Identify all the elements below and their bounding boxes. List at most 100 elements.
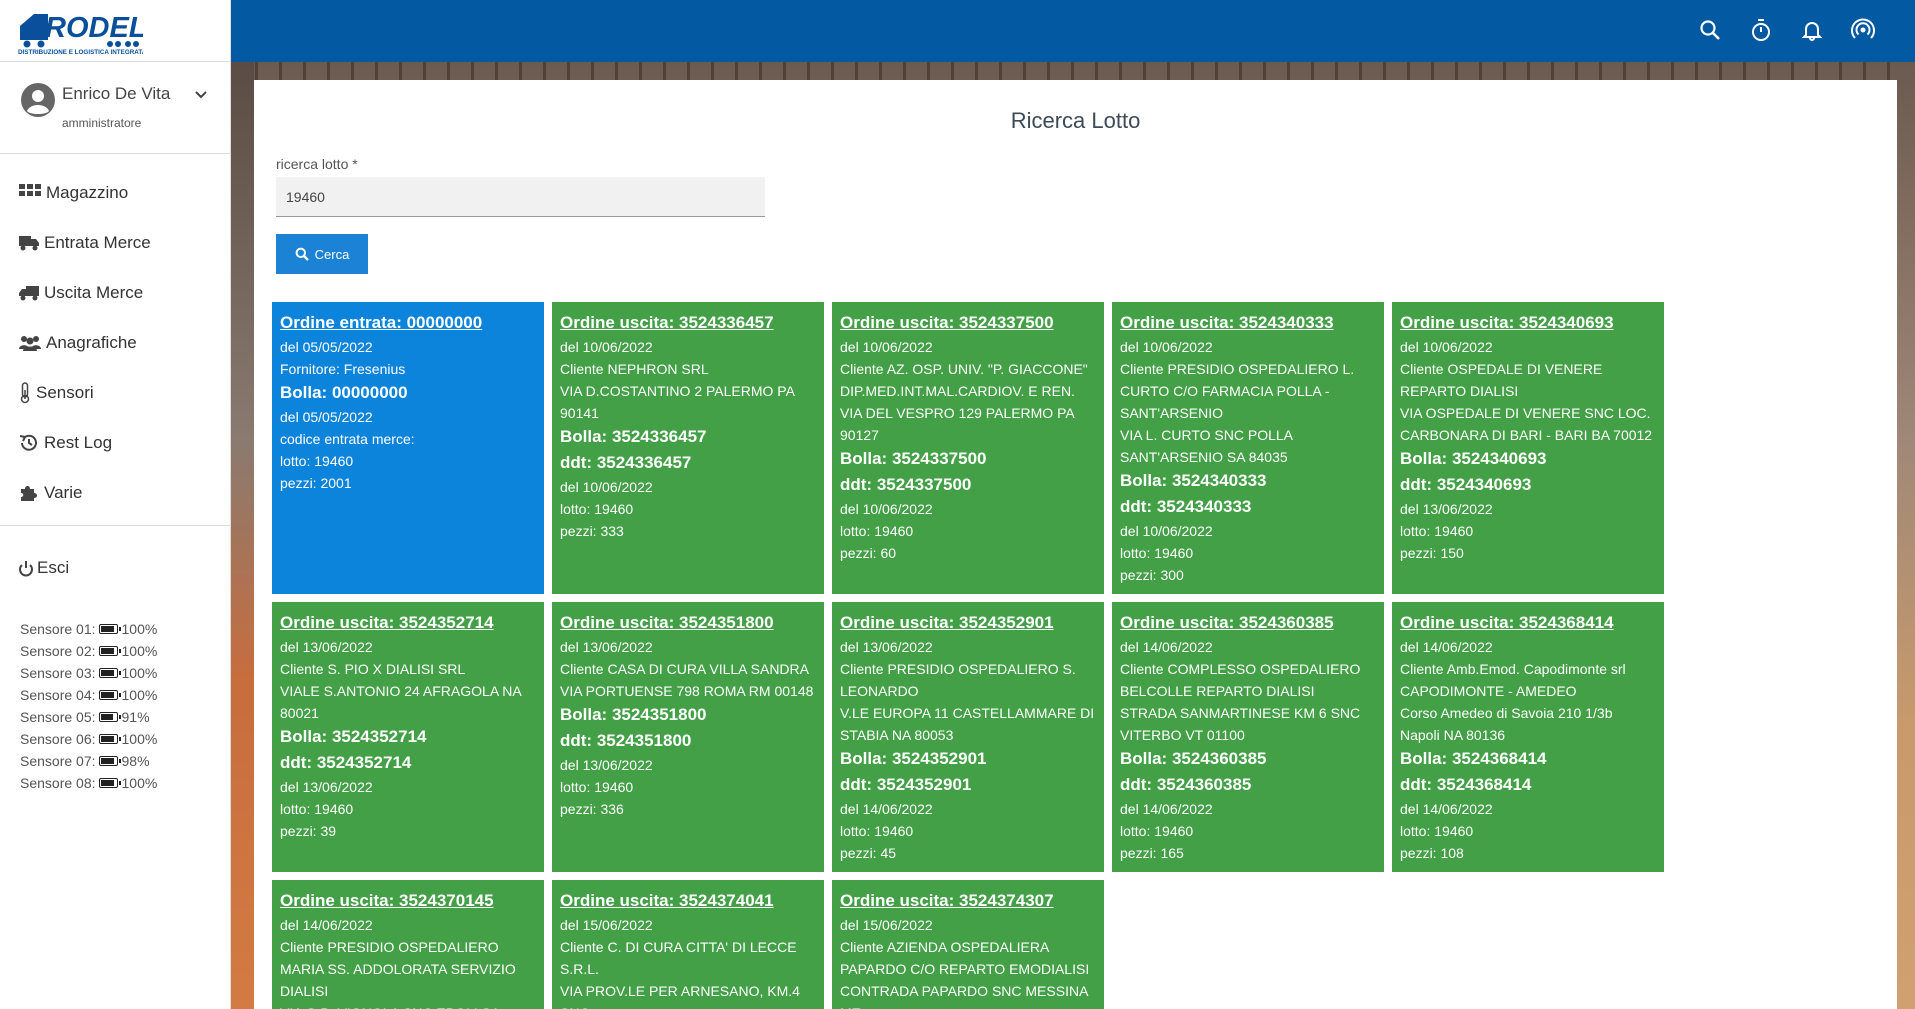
order-detail: Cliente COMPLESSO OSPEDALIERO BELCOLLE R… [1120, 661, 1361, 699]
order-number: Bolla: 3524340333 [1120, 471, 1267, 490]
order-detail: VIA G.B. VIGNOLA SNC EBOLI SA 84025 [280, 1002, 536, 1009]
battery-icon [98, 756, 121, 766]
menu-item-sensori[interactable]: Sensori [0, 368, 230, 418]
exit-order-card[interactable]: Ordine uscita: 3524352714 del 13/06/2022 C… [272, 602, 544, 872]
sensor-row: Sensore 01: 100% [20, 618, 157, 640]
order-detail: VIA DEL VESPRO 129 PALERMO PA 90127 [840, 405, 1074, 443]
timer-icon[interactable] [1748, 17, 1773, 42]
order-number: ddt: 3524360385 [1120, 775, 1252, 794]
order-detail: pezzi: 300 [1120, 567, 1184, 583]
exit-order-card[interactable]: Ordine uscita: 3524368414 del 14/06/2022 C… [1392, 602, 1664, 872]
search-button[interactable]: Cerca [276, 234, 368, 274]
order-title-link[interactable]: Ordine uscita: 3524368414 [1400, 612, 1656, 634]
order-detail: Cliente AZIENDA OSPEDALIERA PAPARDO C/O … [840, 939, 1090, 977]
order-title-link[interactable]: Ordine uscita: 3524351800 [560, 612, 816, 634]
order-detail: pezzi: 39 [280, 823, 337, 839]
order-title-link[interactable]: Ordine uscita: 3524374307 [840, 890, 1096, 912]
order-number: Bolla: 3524337500 [840, 449, 987, 468]
battery-icon [98, 624, 121, 634]
order-detail: lotto: 19460 [840, 523, 914, 539]
exit-order-card[interactable]: Ordine uscita: 3524340333 del 10/06/2022 C… [1112, 302, 1384, 594]
menu-item-rest-log[interactable]: Rest Log [0, 418, 230, 468]
order-detail: pezzi: 108 [1400, 845, 1464, 861]
power-icon [19, 561, 33, 577]
exit-order-card[interactable]: Ordine uscita: 3524337500 del 10/06/2022 C… [832, 302, 1104, 594]
order-number: Bolla: 3524368414 [1400, 749, 1547, 768]
menu-item-magazzino[interactable]: Magazzino [0, 168, 230, 218]
sidebar: RODELA DISTRIBUZIONE E LOGISTICA INTEGRA… [0, 0, 231, 1009]
sensor-label: Sensore 01: [20, 621, 96, 637]
sensor-value: 100% [121, 665, 158, 681]
sensor-row: Sensore 05: 91% [20, 706, 157, 728]
battery-icon [98, 712, 121, 722]
exit-order-card[interactable]: Ordine uscita: 3524374041 del 15/06/2022 C… [552, 880, 824, 1009]
top-header [231, 0, 1915, 62]
menu-item-varie[interactable]: Varie [0, 468, 230, 518]
order-detail: del 14/06/2022 [1120, 801, 1213, 817]
menu-item-entrata-merce[interactable]: Entrata Merce [0, 218, 230, 268]
order-title-link[interactable]: Ordine uscita: 3524352901 [840, 612, 1096, 634]
exit-order-card[interactable]: Ordine uscita: 3524351800 del 13/06/2022 C… [552, 602, 824, 872]
menu-item-uscita-merce[interactable]: Uscita Merce [0, 268, 230, 318]
menu-item-anagrafiche[interactable]: Anagrafiche [0, 318, 230, 368]
menu-label: Rest Log [44, 433, 113, 452]
menu-label: Varie [44, 483, 83, 502]
order-detail: del 14/06/2022 [840, 801, 933, 817]
order-title-link[interactable]: Ordine uscita: 3524352714 [280, 612, 536, 634]
thermometer-icon [20, 382, 30, 404]
logout-button[interactable]: Esci [18, 558, 69, 578]
menu-label: Uscita Merce [44, 283, 144, 302]
order-title-link[interactable]: Ordine uscita: 3524374041 [560, 890, 816, 912]
order-title-link[interactable]: Ordine uscita: 3524340333 [1120, 312, 1376, 334]
bell-icon[interactable] [1799, 17, 1824, 42]
order-detail: pezzi: 165 [1120, 845, 1184, 861]
menu-label: Entrata Merce [44, 233, 151, 252]
users-icon [19, 336, 41, 351]
exit-order-card[interactable]: Ordine uscita: 3524336457 del 10/06/2022 C… [552, 302, 824, 594]
order-detail: del 13/06/2022 [1400, 501, 1493, 517]
order-detail: lotto: 19460 [560, 501, 634, 517]
order-detail: VIA D.COSTANTINO 2 PALERMO PA 90141 [560, 383, 795, 421]
order-title-link[interactable]: Ordine uscita: 3524337500 [840, 312, 1096, 334]
battery-icon [98, 668, 121, 678]
order-number: ddt: 3524336457 [560, 453, 692, 472]
order-detail: pezzi: 45 [840, 845, 897, 861]
brand-logo[interactable]: RODELA DISTRIBUZIONE E LOGISTICA INTEGRA… [0, 0, 230, 62]
order-detail: pezzi: 336 [560, 801, 624, 817]
order-detail: del 10/06/2022 [1120, 339, 1213, 355]
search-icon [295, 247, 309, 261]
order-detail: del 15/06/2022 [840, 917, 933, 933]
exit-order-card[interactable]: Ordine uscita: 3524340693 del 10/06/2022 C… [1392, 302, 1664, 594]
order-detail: pezzi: 2001 [280, 475, 352, 491]
sensor-value: 100% [121, 643, 158, 659]
order-detail: del 10/06/2022 [840, 501, 933, 517]
search-icon[interactable] [1697, 17, 1722, 42]
user-name: Enrico De Vita [62, 84, 171, 103]
chevron-down-icon[interactable] [194, 90, 208, 100]
broadcast-icon[interactable] [1850, 17, 1875, 42]
order-title-link[interactable]: Ordine uscita: 3524370145 [280, 890, 536, 912]
exit-order-card[interactable]: Ordine uscita: 3524370145 del 14/06/2022 C… [272, 880, 544, 1009]
order-detail: Corso Amedeo di Savoia 210 1/3b Napoli N… [1400, 705, 1613, 743]
exit-order-card[interactable]: Ordine uscita: 3524374307 del 15/06/2022 C… [832, 880, 1104, 1009]
order-detail: VIALE S.ANTONIO 24 AFRAGOLA NA 80021 [280, 683, 521, 721]
exit-order-card[interactable]: Ordine uscita: 3524352901 del 13/06/2022 C… [832, 602, 1104, 872]
order-title-link[interactable]: Ordine entrata: 00000000 [280, 312, 536, 334]
order-number: Bolla: 3524352901 [840, 749, 987, 768]
order-detail: Cliente PRESIDIO OSPEDALIERO L. CURTO C/… [1120, 361, 1355, 421]
order-detail: pezzi: 150 [1400, 545, 1464, 561]
sensor-value: 100% [121, 621, 158, 637]
battery-icon [98, 734, 121, 744]
order-detail: lotto: 19460 [1400, 523, 1474, 539]
order-title-link[interactable]: Ordine uscita: 3524340693 [1400, 312, 1656, 334]
order-title-link[interactable]: Ordine uscita: 3524360385 [1120, 612, 1376, 634]
exit-order-card[interactable]: Ordine uscita: 3524360385 del 14/06/2022 C… [1112, 602, 1384, 872]
sensor-label: Sensore 06: [20, 731, 96, 747]
sensor-label: Sensore 05: [20, 709, 96, 725]
order-title-link[interactable]: Ordine uscita: 3524336457 [560, 312, 816, 334]
order-detail: Cliente AZ. OSP. UNIV. "P. GIACCONE" DIP… [840, 361, 1088, 399]
lot-search-input[interactable] [276, 177, 765, 217]
sensor-row: Sensore 06: 100% [20, 728, 157, 750]
entry-order-card[interactable]: Ordine entrata: 00000000 del 05/05/2022 Fo… [272, 302, 544, 594]
main-panel: Ricerca Lotto ricerca lotto * Cerca Ordi… [254, 80, 1897, 1009]
